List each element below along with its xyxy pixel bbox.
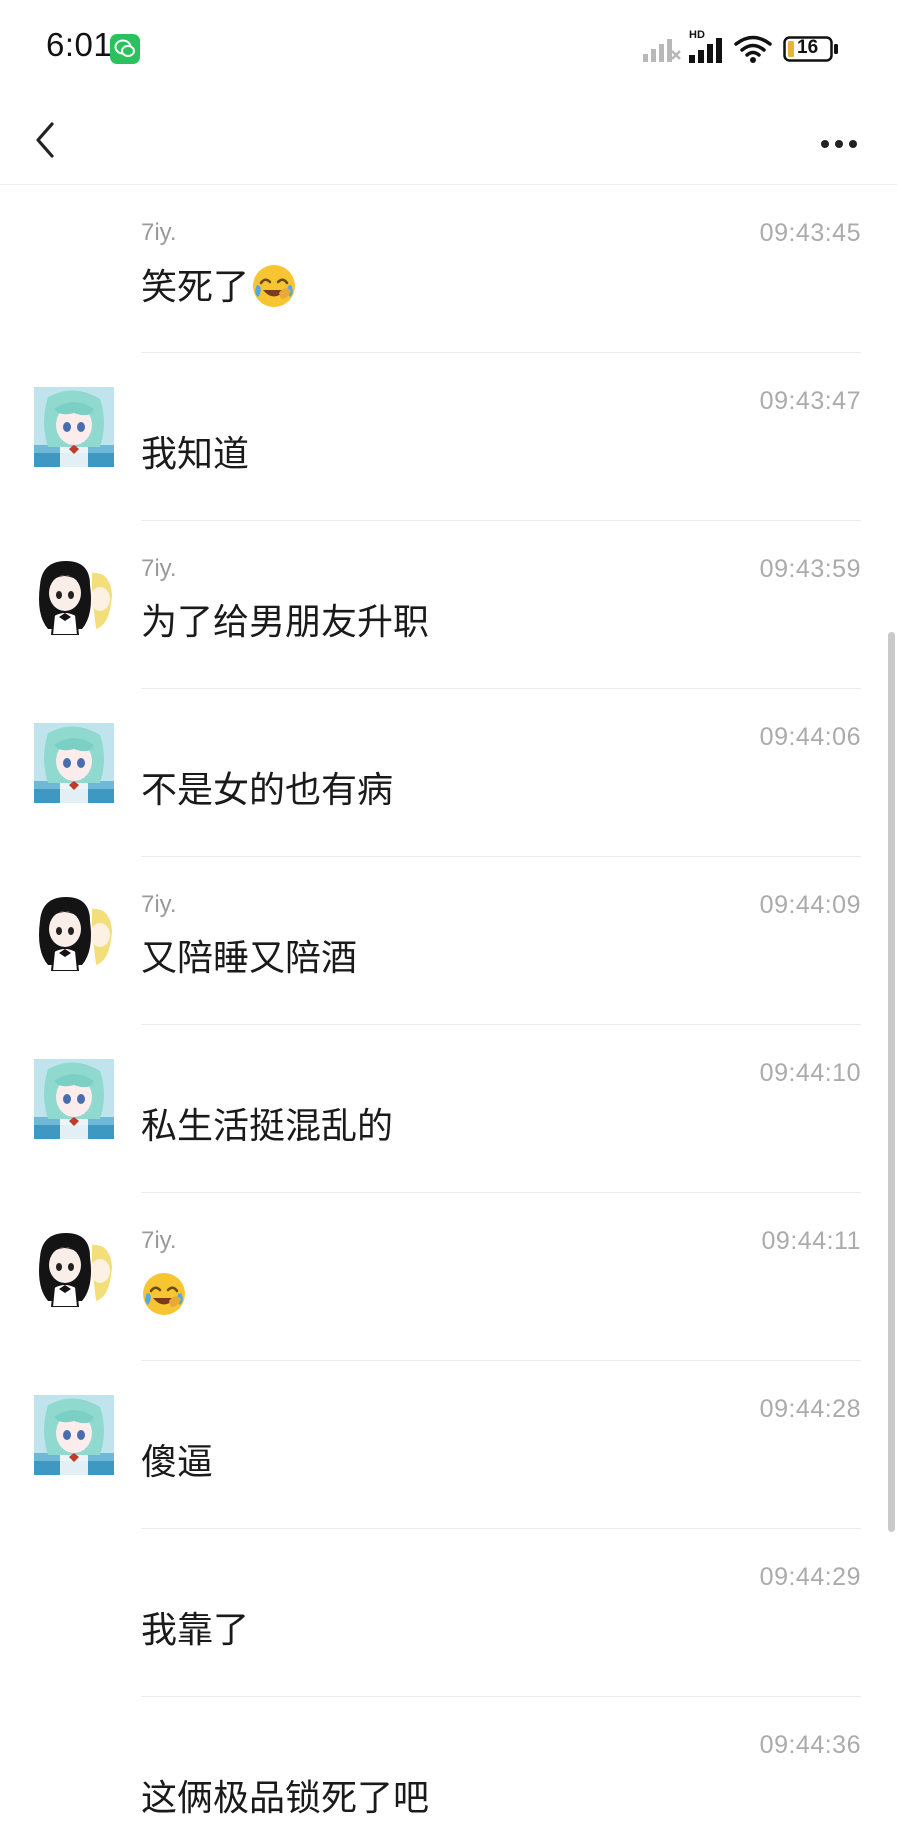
message-text: 笑死了 (141, 263, 297, 312)
message-time: 09:43:59 (759, 555, 861, 583)
message-time: 09:44:29 (759, 1563, 861, 1591)
sender-name: 7iy. (141, 219, 177, 246)
battery-level: 16 (797, 37, 819, 58)
face-with-tears-of-joy-icon (143, 1273, 185, 1315)
message-item[interactable]: 7iy. 09:44:11 (0, 1193, 897, 1361)
battery-icon: 16 (783, 36, 839, 62)
sender-name: 7iy. (141, 1227, 177, 1254)
avatar-black-hair[interactable] (34, 1227, 114, 1307)
wifi-icon (734, 35, 772, 63)
message-item[interactable]: 09:43:47 我知道 (0, 353, 897, 521)
message-time: 09:44:11 (761, 1227, 861, 1255)
chat-header (0, 96, 897, 185)
message-text: 不是女的也有病 (141, 770, 394, 811)
signal-weak-icon (643, 39, 681, 62)
status-icons: HD 16 (641, 29, 839, 68)
message-time: 09:44:06 (759, 723, 861, 751)
message-item[interactable]: 09:44:06 不是女的也有病 (0, 689, 897, 857)
message-item[interactable]: 7iy. 09:43:59 为了给男朋友升职 (0, 521, 897, 689)
more-horizontal-icon (821, 140, 857, 148)
avatar-black-hair[interactable] (34, 555, 114, 635)
avatar-black-hair[interactable] (34, 891, 114, 971)
status-time: 6:01 (46, 26, 113, 63)
back-button[interactable] (24, 108, 84, 168)
scrollbar[interactable] (888, 632, 895, 1532)
wechat-notification-icon (110, 34, 140, 64)
message-item[interactable]: 7iy. 09:43:45 笑死了 (0, 185, 897, 353)
avatar-teal-hair[interactable] (34, 723, 114, 803)
sender-name: 7iy. (141, 891, 177, 918)
message-text: 又陪睡又陪酒 (141, 938, 358, 979)
message-text: 我靠了 (141, 1610, 250, 1651)
message-time: 09:44:09 (759, 891, 861, 919)
message-item[interactable]: 09:44:29 我靠了 (0, 1529, 897, 1697)
avatar-teal-hair[interactable] (34, 1395, 114, 1475)
message-list[interactable]: 7iy. 09:43:45 笑死了 09:43:47 我知道 7iy. 09:4… (0, 185, 897, 1842)
status-bar: 6:01 HD 16 (0, 0, 897, 96)
signal-hd-icon: HD (687, 29, 727, 65)
message-text (141, 1271, 187, 1320)
message-text-content: 笑死了 (141, 267, 250, 308)
sender-name: 7iy. (141, 555, 177, 582)
message-time: 09:44:28 (759, 1395, 861, 1423)
message-item[interactable]: 09:44:28 傻逼 (0, 1361, 897, 1529)
message-time: 09:43:45 (759, 219, 861, 247)
message-text: 这俩极品锁死了吧 (141, 1778, 430, 1819)
message-text: 私生活挺混乱的 (141, 1106, 394, 1147)
message-text: 我知道 (141, 434, 250, 475)
avatar-teal-hair[interactable] (34, 1059, 114, 1139)
message-time: 09:44:10 (759, 1059, 861, 1087)
message-item[interactable]: 09:44:36 这俩极品锁死了吧 (0, 1697, 897, 1842)
face-with-tears-of-joy-icon (253, 265, 296, 307)
message-item[interactable]: 09:44:10 私生活挺混乱的 (0, 1025, 897, 1193)
avatar-teal-hair[interactable] (34, 387, 114, 467)
message-text: 傻逼 (141, 1442, 214, 1483)
message-time: 09:43:47 (759, 387, 861, 415)
chevron-left-icon (36, 122, 54, 158)
more-options-button[interactable] (809, 108, 869, 168)
message-time: 09:44:36 (759, 1731, 861, 1759)
message-text: 为了给男朋友升职 (141, 602, 430, 643)
message-item[interactable]: 7iy. 09:44:09 又陪睡又陪酒 (0, 857, 897, 1025)
